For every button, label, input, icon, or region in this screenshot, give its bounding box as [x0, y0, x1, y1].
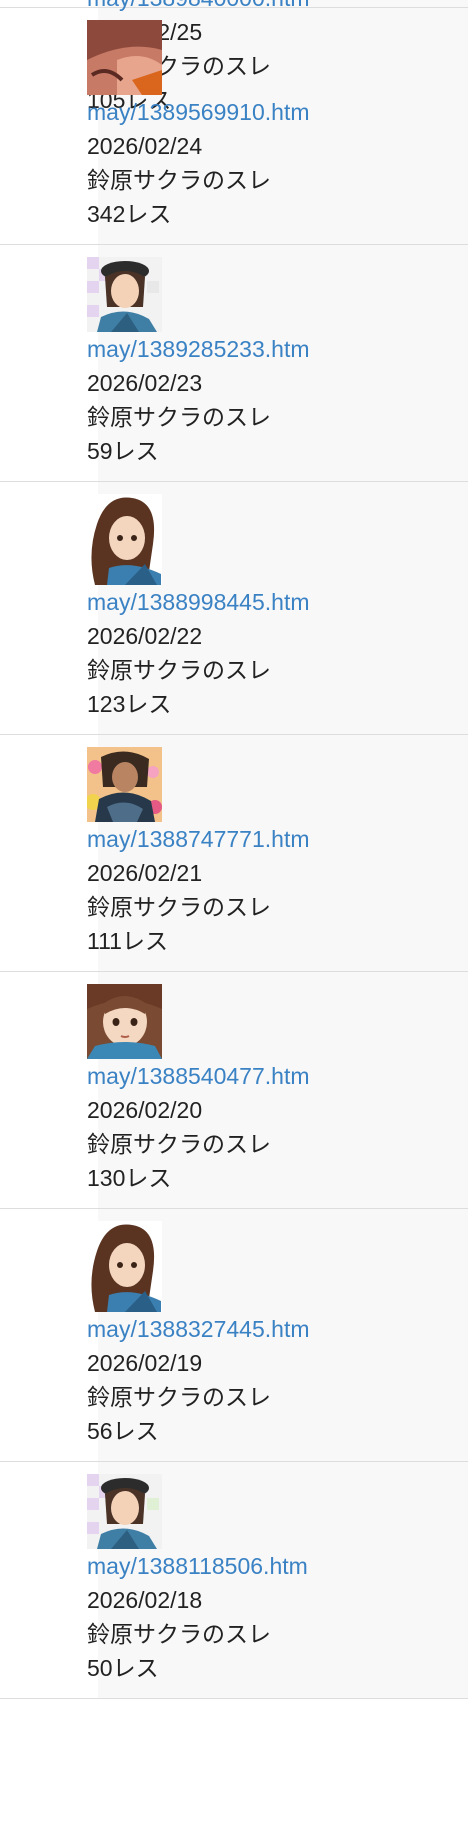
thread-thumbnail[interactable]: [87, 984, 162, 1059]
thread-title: 鈴原サクラのスレ: [87, 894, 271, 920]
thread-reply-count: 56レス: [87, 1418, 159, 1444]
thread-date: 2026/02/19: [87, 1350, 203, 1376]
thread-thumbnail[interactable]: [87, 20, 162, 95]
thread-date: 2026/02/23: [87, 370, 203, 396]
thread-link[interactable]: may/1389285233.htm: [87, 332, 468, 366]
thread-date: 2026/02/18: [87, 1587, 203, 1613]
thread-thumbnail[interactable]: [87, 1474, 162, 1549]
list-item: may/1389285233.htm 2026/02/23 鈴原サクラのスレ 5…: [0, 245, 468, 482]
list-item: may/1388540477.htm 2026/02/20 鈴原サクラのスレ 1…: [0, 972, 468, 1209]
thread-reply-count: 130レス: [87, 1165, 172, 1191]
thread-reply-count: 59レス: [87, 438, 159, 464]
thread-reply-count: 342レス: [87, 201, 172, 227]
thread-title: 鈴原サクラのスレ: [87, 1131, 271, 1157]
thread-date: 2026/02/20: [87, 1097, 203, 1123]
thread-link[interactable]: may/1388118506.htm: [87, 1549, 468, 1583]
thread-link[interactable]: may/1389569910.htm: [87, 95, 468, 129]
thread-thumbnail[interactable]: [87, 257, 162, 332]
thread-date: 2026/02/22: [87, 623, 203, 649]
thread-title: 鈴原サクラのスレ: [87, 1621, 271, 1647]
thread-thumbnail[interactable]: [87, 747, 162, 822]
list-item: may/1388998445.htm 2026/02/22 鈴原サクラのスレ 1…: [0, 482, 468, 735]
thread-title: 鈴原サクラのスレ: [87, 657, 271, 683]
list-item: may/1389840000.htm 2026/02/25 鈴原サクラのスレ 1…: [0, 0, 468, 113]
thread-link[interactable]: may/1388747771.htm: [87, 822, 468, 856]
thread-title: 鈴原サクラのスレ: [87, 167, 271, 193]
thread-thumbnail[interactable]: [87, 1221, 162, 1312]
thread-title: 鈴原サクラのスレ: [87, 404, 271, 430]
thread-link[interactable]: may/1388998445.htm: [87, 585, 468, 619]
thread-reply-count: 123レス: [87, 691, 172, 717]
list-item: may/1388118506.htm 2026/02/18 鈴原サクラのスレ 5…: [0, 1462, 468, 1699]
thread-link[interactable]: may/1388540477.htm: [87, 1059, 468, 1093]
thread-date: 2026/02/21: [87, 860, 203, 886]
thread-reply-count: 50レス: [87, 1655, 159, 1681]
thread-list: may/1389840000.htm 2026/02/25 鈴原サクラのスレ 1…: [0, 0, 468, 1699]
thread-thumbnail[interactable]: [87, 494, 162, 585]
thread-date: 2026/02/24: [87, 133, 203, 159]
thread-link[interactable]: may/1388327445.htm: [87, 1312, 468, 1346]
list-item: may/1389569910.htm 2026/02/24 鈴原サクラのスレ 3…: [0, 8, 468, 245]
list-item: may/1388747771.htm 2026/02/21 鈴原サクラのスレ 1…: [0, 735, 468, 972]
thread-title: 鈴原サクラのスレ: [87, 1384, 271, 1410]
list-item: may/1388327445.htm 2026/02/19 鈴原サクラのスレ 5…: [0, 1209, 468, 1462]
thread-reply-count: 111レス: [87, 928, 168, 954]
